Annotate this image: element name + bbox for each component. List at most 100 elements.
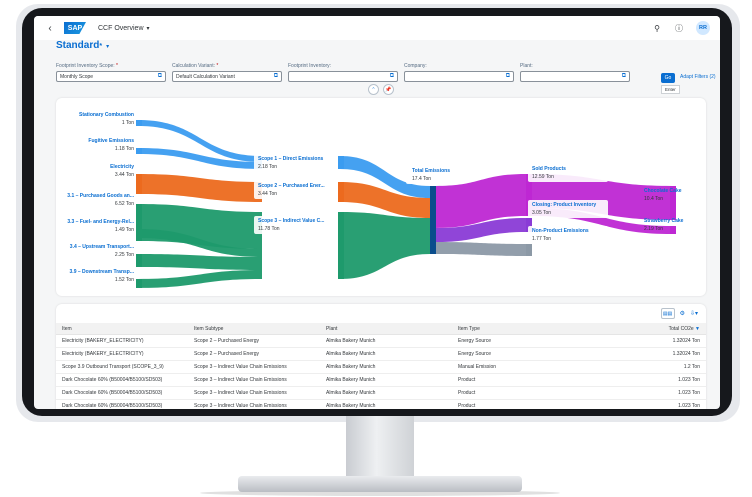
calculation-variant-input[interactable]: Default Calculation Variant ⧉ — [172, 71, 282, 82]
flow-downstream-transport[interactable] — [138, 270, 262, 288]
scope-node-label[interactable]: Scope 3 – Indirect Value C... — [258, 218, 325, 224]
table-row[interactable]: Electricity (BAKERY_ELECTRICITY) Scope 2 … — [56, 347, 706, 361]
cell-item-type: Manual Emission — [452, 360, 584, 374]
filter-label: Footprint Inventory Scope: * — [56, 63, 118, 69]
column-header-plant[interactable]: Plant — [320, 323, 452, 335]
scope-node-value: 3.44 Ton — [258, 191, 277, 197]
product-node-value: 10.4 Ton — [644, 196, 663, 202]
sap-logo[interactable]: SAP — [64, 22, 86, 34]
collapse-header-button[interactable]: ⌃ — [368, 84, 379, 95]
value-help-icon[interactable]: ⧉ — [158, 73, 162, 80]
scope-node-label[interactable]: Scope 2 – Purchased Ener... — [258, 183, 325, 189]
source-node-label[interactable]: Fugitive Emissions — [88, 138, 134, 144]
cell-item: Dark Chocolate 60% (B50004/B5100/SD503) — [56, 386, 188, 400]
cell-item-type: Product — [452, 386, 584, 400]
source-node-label[interactable]: 3.9 – Downstream Transp... — [70, 269, 135, 275]
node-total-emissions[interactable] — [430, 186, 436, 254]
cell-item-subtype: Scope 2 – Purchased Energy — [188, 347, 320, 361]
table-row[interactable]: Scope 3.9 Outbound Transport (SCOPE_3_9)… — [56, 360, 706, 374]
table-row[interactable]: Electricity (BAKERY_ELECTRICITY) Scope 2 … — [56, 334, 706, 348]
filter-company: Company: ⧉ — [404, 63, 514, 82]
cell-item-subtype: Scope 3 – Indirect Value Chain Emissions — [188, 399, 320, 409]
source-node-value: 6.52 Ton — [115, 201, 134, 207]
cell-total-co2e: 1.023 Ton — [584, 399, 706, 409]
flow-total-nonproduct[interactable] — [436, 242, 526, 256]
product-node-label[interactable]: Chocolate Cake — [644, 188, 682, 194]
value-help-icon[interactable]: ⧉ — [622, 73, 626, 80]
app-title[interactable]: CCF Overview — [98, 25, 144, 32]
cell-item-type: Energy Source — [452, 334, 584, 348]
cell-total-co2e: 1.32024 Ton — [584, 347, 706, 361]
product-node-label[interactable]: Strawberry Cake — [644, 218, 684, 224]
node-strawberry-cake[interactable] — [670, 226, 676, 234]
variant-title[interactable]: Standard — [56, 40, 99, 51]
value-help-icon[interactable]: ⧉ — [274, 73, 278, 80]
adapt-filters-link[interactable]: Adapt Filters (2) — [680, 74, 716, 80]
cell-item: Dark Chocolate 60% (B50004/B5100/SD503) — [56, 373, 188, 387]
cell-plant: Almika Bakery Munich — [320, 386, 452, 400]
node-fugitive-emissions[interactable] — [136, 148, 142, 154]
source-node-label[interactable]: 3.4 – Upstream Transport... — [70, 244, 135, 250]
cell-item-type: Energy Source — [452, 347, 584, 361]
column-header-item-subtype[interactable]: Item Subtype — [188, 323, 320, 335]
company-input[interactable]: ⧉ — [404, 71, 514, 82]
value-help-icon[interactable]: ⧉ — [506, 73, 510, 80]
output-node-label[interactable]: Sold Products — [532, 166, 566, 172]
chevron-down-icon[interactable]: ▾ — [106, 43, 109, 50]
node-downstream-transport[interactable] — [136, 279, 142, 288]
monitor-stand-base — [238, 476, 522, 492]
value-help-icon[interactable]: ⧉ — [390, 73, 394, 80]
output-node-label[interactable]: Closing: Product Inventory — [532, 202, 596, 208]
shell-bar: ‹ SAP CCF Overview ▾ ⚲ ⓘ RR — [34, 16, 720, 40]
node-scope1[interactable] — [338, 156, 344, 169]
go-button[interactable]: Go — [661, 73, 675, 83]
table-row[interactable]: Dark Chocolate 60% (B50004/B5100/SD503) S… — [56, 373, 706, 387]
total-node-label[interactable]: Total Emissions — [412, 168, 450, 174]
required-marker: * — [216, 63, 219, 69]
emissions-table: Item Item Subtype Plant Item Type Total … — [56, 323, 706, 409]
header-toggle-group: ⌃ 📌 — [368, 84, 394, 95]
footprint-scope-input[interactable]: Monthly Scope ⧉ — [56, 71, 166, 82]
column-header-item-type[interactable]: Item Type — [452, 323, 584, 335]
node-electricity[interactable] — [136, 174, 142, 194]
variant-selector[interactable]: Standard * ▾ — [56, 40, 109, 51]
plant-input[interactable]: ⧉ — [520, 71, 630, 82]
cell-item-subtype: Scope 3 – Indirect Value Chain Emissions — [188, 360, 320, 374]
source-node-label[interactable]: 3.3 – Fuel- and Energy-Rel... — [67, 219, 134, 225]
column-header-item[interactable]: Item — [56, 323, 188, 335]
total-node-value: 17.4 Ton — [412, 176, 431, 182]
node-stationary-combustion[interactable] — [136, 120, 142, 126]
column-header-total-co2e[interactable]: Total CO2e ▼ — [584, 323, 706, 335]
node-scope2[interactable] — [338, 182, 344, 202]
source-node-label[interactable]: Electricity — [110, 164, 134, 170]
filter-icon[interactable]: ▼ — [695, 326, 700, 332]
footprint-inventory-input[interactable]: ⧉ — [288, 71, 398, 82]
gear-icon[interactable]: ⚙ — [680, 310, 685, 317]
output-node-label[interactable]: Non-Product Emissions — [532, 228, 589, 234]
cell-item-subtype: Scope 2 – Purchased Energy — [188, 334, 320, 348]
node-scope3[interactable] — [338, 212, 344, 279]
table-row[interactable]: Dark Chocolate 60% (B50004/B5100/SD503) S… — [56, 399, 706, 409]
output-node-value: 3.05 Ton — [532, 210, 551, 216]
flow-electricity[interactable] — [138, 174, 262, 202]
help-icon[interactable]: ⓘ — [674, 23, 684, 34]
flow-scope3-total[interactable] — [340, 212, 430, 279]
node-upstream-transport[interactable] — [136, 254, 142, 267]
cell-item: Dark Chocolate 60% (B50004/B5100/SD503) — [56, 399, 188, 409]
node-fuel-energy[interactable] — [136, 229, 142, 238]
view-toggle-button[interactable]: ▤▤ — [660, 308, 675, 319]
avatar[interactable]: RR — [696, 21, 710, 35]
source-node-label[interactable]: 3.1 – Purchased Goods an... — [67, 193, 134, 199]
scope-node-label[interactable]: Scope 1 – Direct Emissions — [258, 156, 324, 162]
back-icon[interactable]: ‹ — [44, 22, 56, 34]
table-row[interactable]: Dark Chocolate 60% (B50004/B5100/SD503) S… — [56, 386, 706, 400]
pin-header-button[interactable]: 📌 — [383, 84, 394, 95]
chevron-down-icon[interactable]: ▾ — [147, 25, 150, 32]
export-icon[interactable]: ⇩▾ — [690, 310, 698, 317]
flow-upstream-transport[interactable] — [138, 254, 262, 270]
table-toolbar: ▤▤ ⚙ ⇩▾ — [660, 308, 698, 319]
search-icon[interactable]: ⚲ — [652, 24, 662, 33]
source-node-label[interactable]: Stationary Combustion — [79, 112, 134, 118]
output-node-value: 12.59 Ton — [532, 174, 554, 180]
node-non-product[interactable] — [526, 244, 532, 256]
